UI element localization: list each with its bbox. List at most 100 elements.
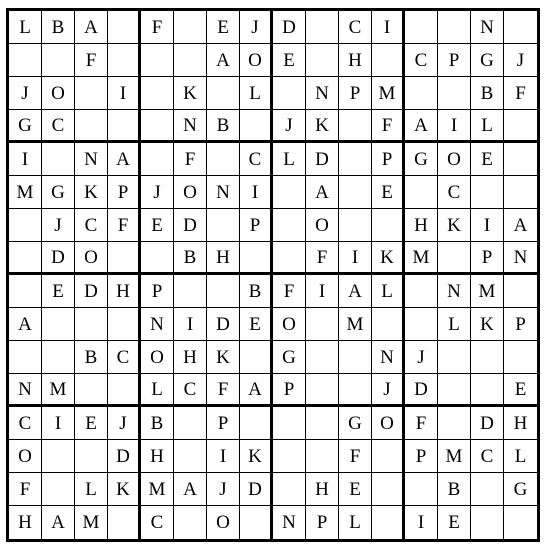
empty-cell[interactable]	[372, 473, 405, 506]
empty-cell[interactable]	[504, 341, 537, 374]
empty-cell[interactable]	[372, 440, 405, 473]
empty-cell[interactable]	[75, 77, 108, 110]
empty-cell[interactable]	[9, 209, 42, 242]
empty-cell[interactable]	[372, 209, 405, 242]
empty-cell[interactable]	[438, 11, 471, 44]
empty-cell[interactable]	[504, 110, 537, 143]
empty-cell[interactable]	[504, 275, 537, 308]
empty-cell[interactable]	[306, 308, 339, 341]
empty-cell[interactable]	[273, 209, 306, 242]
empty-cell[interactable]	[339, 341, 372, 374]
empty-cell[interactable]	[273, 473, 306, 506]
empty-cell[interactable]	[438, 374, 471, 407]
empty-cell[interactable]	[306, 407, 339, 440]
empty-cell[interactable]	[471, 374, 504, 407]
empty-cell[interactable]	[372, 308, 405, 341]
empty-cell[interactable]	[207, 209, 240, 242]
empty-cell[interactable]	[207, 77, 240, 110]
empty-cell[interactable]	[405, 275, 438, 308]
given-cell: E	[75, 407, 108, 440]
empty-cell[interactable]	[240, 407, 273, 440]
empty-cell[interactable]	[240, 110, 273, 143]
empty-cell[interactable]	[306, 341, 339, 374]
empty-cell[interactable]	[174, 407, 207, 440]
empty-cell[interactable]	[504, 176, 537, 209]
empty-cell[interactable]	[141, 110, 174, 143]
empty-cell[interactable]	[42, 44, 75, 77]
empty-cell[interactable]	[471, 473, 504, 506]
empty-cell[interactable]	[405, 77, 438, 110]
empty-cell[interactable]	[306, 44, 339, 77]
empty-cell[interactable]	[9, 242, 42, 275]
empty-cell[interactable]	[108, 11, 141, 44]
empty-cell[interactable]	[108, 506, 141, 539]
empty-cell[interactable]	[174, 440, 207, 473]
empty-cell[interactable]	[273, 242, 306, 275]
empty-cell[interactable]	[306, 440, 339, 473]
empty-cell[interactable]	[273, 440, 306, 473]
empty-cell[interactable]	[339, 110, 372, 143]
empty-cell[interactable]	[372, 44, 405, 77]
empty-cell[interactable]	[75, 440, 108, 473]
empty-cell[interactable]	[42, 341, 75, 374]
empty-cell[interactable]	[42, 473, 75, 506]
empty-cell[interactable]	[141, 242, 174, 275]
empty-cell[interactable]	[405, 308, 438, 341]
empty-cell[interactable]	[108, 242, 141, 275]
empty-cell[interactable]	[273, 77, 306, 110]
empty-cell[interactable]	[405, 11, 438, 44]
empty-cell[interactable]	[339, 143, 372, 176]
empty-cell[interactable]	[207, 143, 240, 176]
given-cell: P	[108, 176, 141, 209]
given-cell: C	[75, 209, 108, 242]
empty-cell[interactable]	[108, 110, 141, 143]
empty-cell[interactable]	[108, 374, 141, 407]
empty-cell[interactable]	[174, 11, 207, 44]
empty-cell[interactable]	[306, 11, 339, 44]
empty-cell[interactable]	[372, 506, 405, 539]
empty-cell[interactable]	[471, 341, 504, 374]
empty-cell[interactable]	[207, 275, 240, 308]
empty-cell[interactable]	[75, 374, 108, 407]
empty-cell[interactable]	[339, 374, 372, 407]
empty-cell[interactable]	[141, 143, 174, 176]
empty-cell[interactable]	[339, 209, 372, 242]
empty-cell[interactable]	[438, 77, 471, 110]
empty-cell[interactable]	[438, 407, 471, 440]
empty-cell[interactable]	[339, 176, 372, 209]
given-cell: L	[141, 374, 174, 407]
empty-cell[interactable]	[75, 110, 108, 143]
empty-cell[interactable]	[306, 374, 339, 407]
empty-cell[interactable]	[108, 308, 141, 341]
empty-cell[interactable]	[240, 242, 273, 275]
empty-cell[interactable]	[9, 275, 42, 308]
empty-cell[interactable]	[405, 176, 438, 209]
empty-cell[interactable]	[174, 506, 207, 539]
empty-cell[interactable]	[438, 242, 471, 275]
empty-cell[interactable]	[405, 473, 438, 506]
given-cell: J	[207, 473, 240, 506]
empty-cell[interactable]	[438, 341, 471, 374]
empty-cell[interactable]	[471, 506, 504, 539]
empty-cell[interactable]	[240, 506, 273, 539]
empty-cell[interactable]	[174, 44, 207, 77]
empty-cell[interactable]	[471, 176, 504, 209]
empty-cell[interactable]	[9, 44, 42, 77]
given-cell: N	[372, 341, 405, 374]
empty-cell[interactable]	[42, 143, 75, 176]
empty-cell[interactable]	[42, 308, 75, 341]
empty-cell[interactable]	[273, 176, 306, 209]
empty-cell[interactable]	[42, 440, 75, 473]
empty-cell[interactable]	[504, 11, 537, 44]
empty-cell[interactable]	[240, 341, 273, 374]
empty-cell[interactable]	[504, 506, 537, 539]
empty-cell[interactable]	[108, 44, 141, 77]
empty-cell[interactable]	[9, 341, 42, 374]
empty-cell[interactable]	[75, 308, 108, 341]
empty-cell[interactable]	[504, 143, 537, 176]
empty-cell[interactable]	[141, 44, 174, 77]
empty-cell[interactable]	[273, 407, 306, 440]
empty-cell[interactable]	[174, 275, 207, 308]
given-cell: F	[273, 275, 306, 308]
empty-cell[interactable]	[141, 77, 174, 110]
